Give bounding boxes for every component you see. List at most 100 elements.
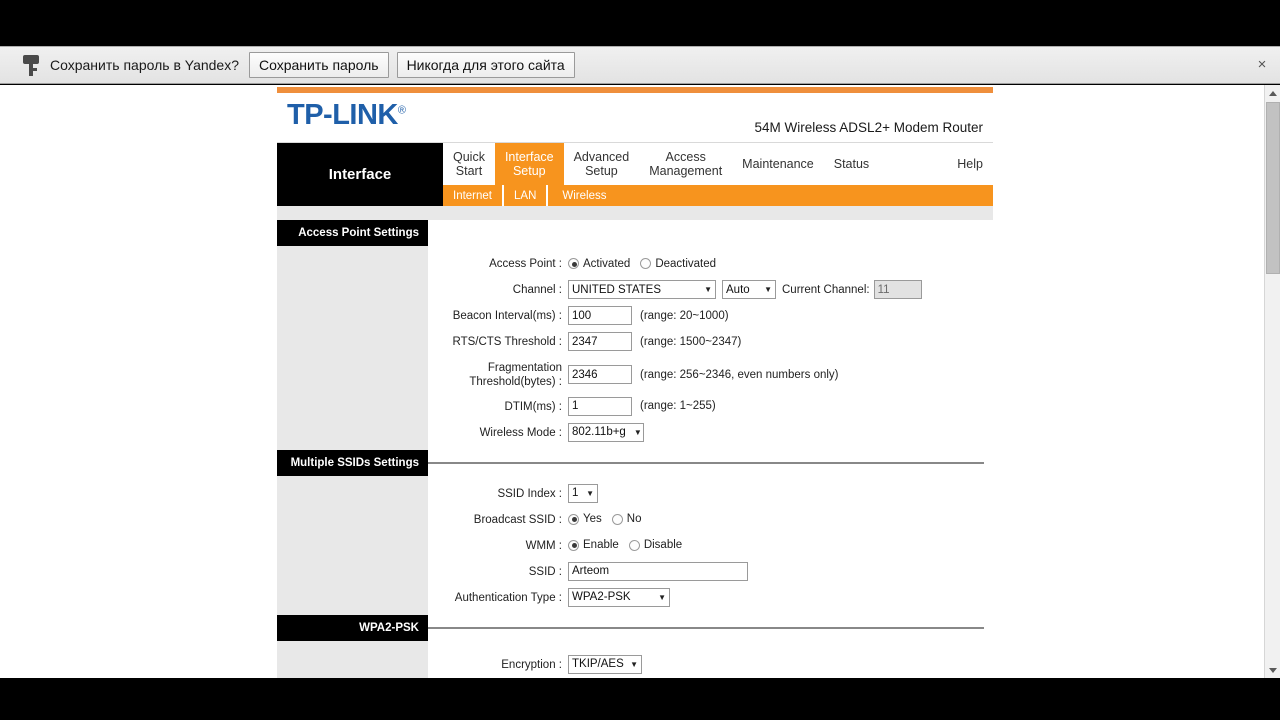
subtab-lan[interactable]: LAN (504, 185, 546, 206)
tab-access-management[interactable]: Access Management (639, 143, 732, 185)
select-value: TKIP/AES (572, 658, 624, 671)
letterbox-top (0, 0, 1280, 46)
current-channel-value (873, 280, 922, 299)
key-icon (20, 52, 42, 78)
label-beacon-interval: Beacon Interval(ms) : (452, 310, 562, 322)
registered-mark: ® (397, 104, 406, 117)
tab-status[interactable]: Status (824, 143, 879, 185)
section-header-wpa2-psk: WPA2-PSK (277, 614, 993, 641)
row-wireless-mode: Wireless Mode : 802.11b+g ▼ (428, 422, 993, 442)
row-rts-cts-threshold: RTS/CTS Threshold : (range: 1500~2347) (428, 332, 993, 351)
tab-interface-setup[interactable]: Interface Setup (494, 143, 564, 185)
radio-dot (568, 258, 579, 269)
tab-label-line1: Access (665, 149, 706, 164)
never-for-this-site-button[interactable]: Никогда для этого сайта (396, 52, 575, 78)
row-encryption: Encryption : TKIP/AES ▼ (428, 654, 993, 674)
tab-maintenance[interactable]: Maintenance (732, 143, 824, 185)
row-wmm: WMM : Enable Disable (428, 536, 993, 555)
notification-message: Сохранить пароль в Yandex? (50, 57, 239, 73)
scrollbar-thumb[interactable] (1266, 102, 1280, 274)
radio-label: Deactivated (655, 257, 717, 270)
section-divider (428, 461, 984, 464)
tab-label-line1: Maintenance (742, 156, 814, 171)
panel-multiple-ssids-settings: SSID Index : 1 ▼ Broadcast SSID : Yes No… (277, 475, 993, 615)
row-access-point: Access Point : Activated Deactivated (428, 254, 993, 273)
save-password-button[interactable]: Сохранить пароль (249, 52, 389, 78)
radio-label: Activated (583, 257, 631, 270)
row-fragmentation-threshold: Fragmentation Threshold(bytes) : (range:… (428, 358, 993, 390)
label-channel: Channel : (512, 284, 562, 296)
screen-root: Сохранить пароль в Yandex? Сохранить пар… (0, 0, 1280, 720)
close-icon[interactable]: × (1250, 53, 1274, 77)
section-header-multiple-ssids-settings: Multiple SSIDs Settings (277, 449, 993, 476)
tab-label-line2: Setup (512, 164, 546, 178)
label-ssid-index: SSID Index : (497, 487, 562, 500)
chevron-up-icon[interactable] (1265, 85, 1280, 101)
radio-label: Enable (583, 539, 619, 552)
select-value: Auto (726, 283, 750, 296)
select-channel-region[interactable]: UNITED STATES ▼ (568, 280, 716, 299)
tab-label-line1: Status (833, 156, 870, 171)
tab-label-line1: Help (957, 156, 983, 171)
hint-beacon-interval: (range: 20~1000) (640, 309, 729, 322)
subtab-separator (546, 185, 549, 206)
settings-body: Access Point Settings Access Point : Act… (277, 220, 993, 678)
label-current-channel: Current Channel: (782, 283, 870, 296)
select-ssid-index[interactable]: 1 ▼ (568, 483, 598, 503)
radio-access-point-activated[interactable]: Activated (568, 258, 630, 270)
label-access-point: Access Point : (489, 258, 562, 270)
select-authentication-type[interactable]: WPA2-PSK ▼ (568, 587, 670, 607)
radio-broadcast-ssid-yes[interactable]: Yes (568, 513, 602, 525)
panel-left-column (277, 640, 428, 678)
radio-access-point-deactivated[interactable]: Deactivated (640, 258, 716, 270)
main-tabs: Quick Start Interface Setup Advanced Set… (443, 143, 993, 185)
tab-spacer (879, 143, 947, 185)
chevron-down-icon[interactable] (1265, 662, 1280, 678)
select-encryption[interactable]: TKIP/AES ▼ (568, 654, 642, 674)
chevron-down-icon: ▼ (630, 659, 638, 669)
radio-wmm-enable[interactable]: Enable (568, 539, 619, 551)
brand-header: TP-LINK® 54M Wireless ADSL2+ Modem Route… (277, 93, 993, 143)
select-value: 802.11b+g (572, 426, 626, 439)
label-wireless-mode: Wireless Mode : (479, 426, 562, 439)
nav-section-title: Interface (277, 143, 443, 206)
browser-page-viewport: TP-LINK® 54M Wireless ADSL2+ Modem Route… (0, 85, 1280, 678)
section-title: Multiple SSIDs Settings (277, 449, 428, 476)
tab-help[interactable]: Help (947, 143, 993, 185)
radio-dot (640, 258, 652, 269)
label-authentication-type: Authentication Type : (454, 591, 562, 604)
fragmentation-threshold-input[interactable] (568, 365, 632, 384)
sub-tabs: Internet LAN Wireless (443, 185, 993, 206)
tab-advanced-setup[interactable]: Advanced Setup (564, 143, 640, 185)
subtab-internet[interactable]: Internet (443, 185, 502, 206)
row-beacon-interval: Beacon Interval(ms) : (range: 20~1000) (428, 306, 993, 325)
panel-wpa2-psk: Encryption : TKIP/AES ▼ Pre-Shared Key : (277, 640, 993, 678)
section-header-access-point-settings: Access Point Settings (277, 220, 993, 246)
section-title: WPA2-PSK (277, 614, 428, 641)
tab-label-line2: Setup (585, 164, 618, 178)
row-authentication-type: Authentication Type : WPA2-PSK ▼ (428, 587, 993, 607)
label-rts-cts-threshold: RTS/CTS Threshold : (452, 336, 562, 348)
label-wmm: WMM : (525, 539, 562, 552)
chevron-down-icon: ▼ (704, 285, 712, 294)
router-admin-page: TP-LINK® 54M Wireless ADSL2+ Modem Route… (277, 85, 993, 678)
subtab-wireless[interactable]: Wireless (552, 185, 616, 206)
radio-dot (568, 513, 579, 525)
radio-wmm-disable[interactable]: Disable (628, 539, 682, 551)
rts-cts-threshold-input[interactable] (568, 332, 632, 351)
beacon-interval-input[interactable] (568, 306, 632, 325)
letterbox-bottom (0, 678, 1280, 720)
panel-access-point-settings: Access Point : Activated Deactivated Cha… (277, 246, 993, 450)
section-divider (428, 626, 984, 629)
select-wireless-mode[interactable]: 802.11b+g ▼ (568, 422, 644, 442)
dtim-input[interactable] (568, 396, 632, 416)
page-scrollbar[interactable] (1264, 85, 1280, 678)
tab-quick-start[interactable]: Quick Start (443, 143, 495, 185)
radio-broadcast-ssid-no[interactable]: No (611, 513, 641, 525)
panel-left-column (277, 246, 428, 450)
radio-dot (611, 513, 623, 525)
ssid-input[interactable] (568, 561, 748, 581)
select-channel-mode[interactable]: Auto ▼ (722, 280, 776, 299)
select-value: 1 (572, 487, 579, 500)
label-line2: Threshold(bytes) : (469, 376, 562, 389)
